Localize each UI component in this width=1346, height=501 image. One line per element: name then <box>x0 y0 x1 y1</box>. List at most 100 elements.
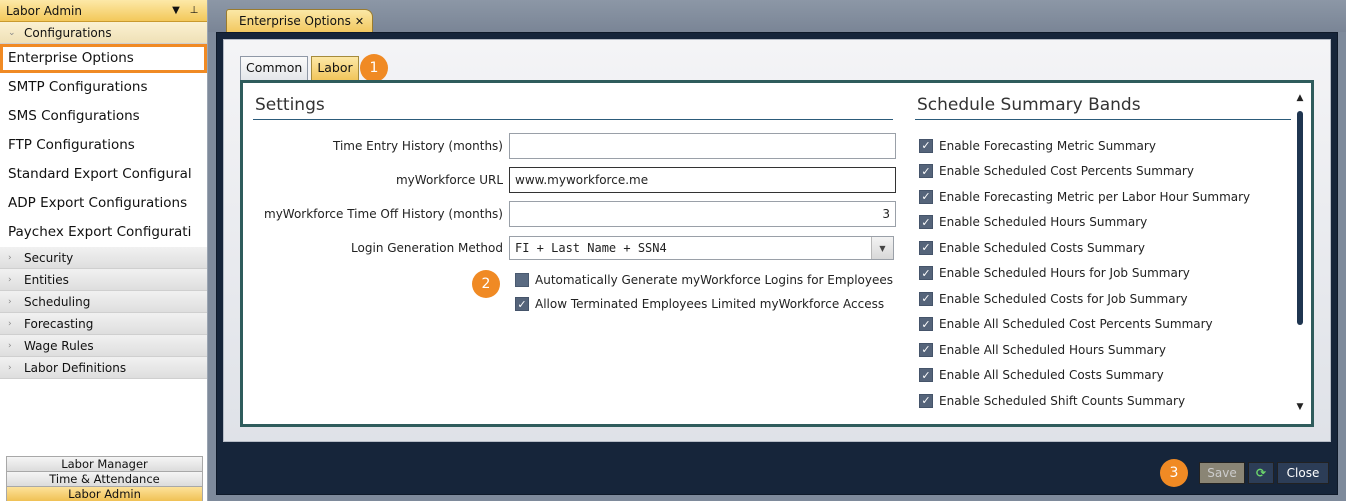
document-frame: Common Labor 1 Settings Time Entry Histo… <box>216 32 1338 495</box>
tab-labor[interactable]: Labor <box>311 56 359 80</box>
caret-down-icon[interactable]: ▼ <box>169 5 183 16</box>
config-item-standard-export[interactable]: Standard Export Configural <box>0 160 207 189</box>
sidebar-title: Labor Admin <box>6 3 82 18</box>
module-time-attendance[interactable]: Time & Attendance <box>6 471 203 486</box>
document-body: Common Labor 1 Settings Time Entry Histo… <box>223 39 1331 442</box>
login-method-label: Login Generation Method <box>351 241 503 255</box>
band-scheduled-costs-job[interactable]: ✓ Enable Scheduled Costs for Job Summary <box>919 286 1289 312</box>
bands-divider <box>915 119 1291 120</box>
checkbox-checked-icon[interactable]: ✓ <box>919 138 933 153</box>
timeoff-history-input[interactable]: 3 <box>509 201 896 227</box>
chevron-right-icon: › <box>8 252 12 263</box>
band-label: Enable Scheduled Costs for Job Summary <box>939 291 1188 306</box>
module-labor-manager[interactable]: Labor Manager <box>6 456 203 471</box>
allow-terminated-row[interactable]: ✓ Allow Terminated Employees Limited myW… <box>515 297 884 311</box>
module-switcher: Labor Manager Time & Attendance Labor Ad… <box>6 456 203 501</box>
band-forecasting-metric[interactable]: ✓ Enable Forecasting Metric Summary <box>919 133 1289 159</box>
group-label: Configurations <box>24 25 112 40</box>
band-label: Enable All Scheduled Costs Summary <box>939 368 1164 383</box>
pin-icon[interactable]: ⊥ <box>187 5 201 16</box>
callout-badge-3: 3 <box>1160 459 1188 487</box>
group-forecasting[interactable]: › Forecasting <box>0 313 207 335</box>
myworkforce-url-input[interactable]: www.myworkforce.me <box>509 167 896 193</box>
allow-terminated-label: Allow Terminated Employees Limited myWor… <box>535 297 885 311</box>
bands-list: ✓ Enable Forecasting Metric Summary ✓ Enab… <box>919 133 1289 414</box>
band-label: Enable Scheduled Shift Counts Summary <box>939 393 1186 408</box>
checkbox-checked-icon[interactable]: ✓ <box>919 317 933 332</box>
checkbox-checked-icon[interactable]: ✓ <box>919 291 933 306</box>
chevron-right-icon: › <box>8 296 12 307</box>
band-label: Enable Scheduled Cost Percents Summary <box>939 164 1194 179</box>
band-scheduled-hours-job[interactable]: ✓ Enable Scheduled Hours for Job Summary <box>919 261 1289 287</box>
allow-terminated-checkbox[interactable]: ✓ <box>515 297 529 311</box>
chevron-right-icon: › <box>8 274 12 285</box>
config-item-enterprise-options[interactable]: Enterprise Options <box>0 44 207 73</box>
band-scheduled-costs[interactable]: ✓ Enable Scheduled Costs Summary <box>919 235 1289 261</box>
band-forecasting-per-labor-hour[interactable]: ✓ Enable Forecasting Metric per Labor Hou… <box>919 184 1289 210</box>
config-item-paychex-export[interactable]: Paychex Export Configurati <box>0 218 207 247</box>
chevron-down-icon: ⌄ <box>8 27 16 38</box>
checkbox-checked-icon[interactable]: ✓ <box>919 266 933 281</box>
group-wage-rules[interactable]: › Wage Rules <box>0 335 207 357</box>
close-button[interactable]: Close <box>1277 462 1329 484</box>
time-entry-history-input[interactable] <box>509 133 896 159</box>
module-labor-admin[interactable]: Labor Admin <box>6 486 203 501</box>
group-label: Wage Rules <box>24 338 94 353</box>
group-label: Forecasting <box>24 316 94 331</box>
band-label: Enable All Scheduled Cost Percents Summa… <box>939 317 1213 332</box>
group-configurations[interactable]: ⌄ Configurations <box>0 22 207 44</box>
checkbox-checked-icon[interactable]: ✓ <box>919 393 933 408</box>
close-icon[interactable]: ✕ <box>355 15 364 28</box>
config-item-ftp[interactable]: FTP Configurations <box>0 131 207 160</box>
scroll-up-icon[interactable]: ▲ <box>1293 93 1307 105</box>
refresh-icon: ⟳ <box>1255 466 1267 480</box>
group-labor-definitions[interactable]: › Labor Definitions <box>0 357 207 379</box>
settings-heading: Settings <box>255 95 325 115</box>
config-item-adp-export[interactable]: ADP Export Configurations <box>0 189 207 218</box>
band-label: Enable All Scheduled Hours Summary <box>939 342 1166 357</box>
document-tab-enterprise-options[interactable]: Enterprise Options ✕ <box>226 9 374 32</box>
login-generation-method-select[interactable]: FI + Last Name + SSN4 ▼ <box>509 236 894 260</box>
url-row: myWorkforce URL www.myworkforce.me <box>253 167 896 193</box>
band-shift-counts[interactable]: ✓ Enable Scheduled Shift Counts Summary <box>919 388 1289 414</box>
action-bar: 3 Save ⟳ Close <box>1160 458 1329 488</box>
group-label: Labor Definitions <box>24 360 127 375</box>
time-entry-label: Time Entry History (months) <box>333 139 503 153</box>
save-button[interactable]: Save <box>1199 462 1245 484</box>
checkbox-checked-icon[interactable]: ✓ <box>919 164 933 179</box>
scroll-thumb[interactable] <box>1297 111 1303 325</box>
document-tab-label: Enterprise Options <box>239 14 351 28</box>
auto-generate-logins-checkbox[interactable] <box>515 273 529 287</box>
band-scheduled-cost-percents[interactable]: ✓ Enable Scheduled Cost Percents Summary <box>919 159 1289 185</box>
band-all-costs[interactable]: ✓ Enable All Scheduled Costs Summary <box>919 363 1289 389</box>
checkbox-checked-icon[interactable]: ✓ <box>919 368 933 383</box>
group-entities[interactable]: › Entities <box>0 269 207 291</box>
chevron-right-icon: › <box>8 362 12 373</box>
chevron-right-icon: › <box>8 340 12 351</box>
auto-generate-logins-row[interactable]: Automatically Generate myWorkforce Login… <box>515 273 893 287</box>
band-all-hours[interactable]: ✓ Enable All Scheduled Hours Summary <box>919 337 1289 363</box>
checkbox-checked-icon[interactable]: ✓ <box>919 342 933 357</box>
callout-badge-2: 2 <box>472 270 500 298</box>
inner-tab-strip: Common Labor <box>240 56 362 80</box>
checkbox-checked-icon[interactable]: ✓ <box>919 240 933 255</box>
bands-scrollbar[interactable]: ▲ ▼ <box>1293 93 1307 414</box>
tab-common[interactable]: Common <box>240 56 309 80</box>
labor-options-panel: Settings Time Entry History (months) myW… <box>240 80 1314 427</box>
config-item-sms[interactable]: SMS Configurations <box>0 102 207 131</box>
band-label: Enable Forecasting Metric per Labor Hour… <box>939 189 1251 204</box>
chevron-down-icon[interactable]: ▼ <box>871 237 893 259</box>
band-scheduled-hours[interactable]: ✓ Enable Scheduled Hours Summary <box>919 210 1289 236</box>
band-all-cost-percents[interactable]: ✓ Enable All Scheduled Cost Percents Summ… <box>919 312 1289 338</box>
main-area: Enterprise Options ✕ Common Labor 1 Sett… <box>208 0 1346 501</box>
document-tab-bar: Enterprise Options ✕ <box>208 0 1346 32</box>
config-item-smtp[interactable]: SMTP Configurations <box>0 73 207 102</box>
band-label: Enable Forecasting Metric Summary <box>939 138 1156 153</box>
checkbox-checked-icon[interactable]: ✓ <box>919 189 933 204</box>
group-security[interactable]: › Security <box>0 247 207 269</box>
url-label: myWorkforce URL <box>395 173 503 187</box>
scroll-down-icon[interactable]: ▼ <box>1293 402 1307 414</box>
group-scheduling[interactable]: › Scheduling <box>0 291 207 313</box>
refresh-button[interactable]: ⟳ <box>1248 462 1274 484</box>
checkbox-checked-icon[interactable]: ✓ <box>919 215 933 230</box>
